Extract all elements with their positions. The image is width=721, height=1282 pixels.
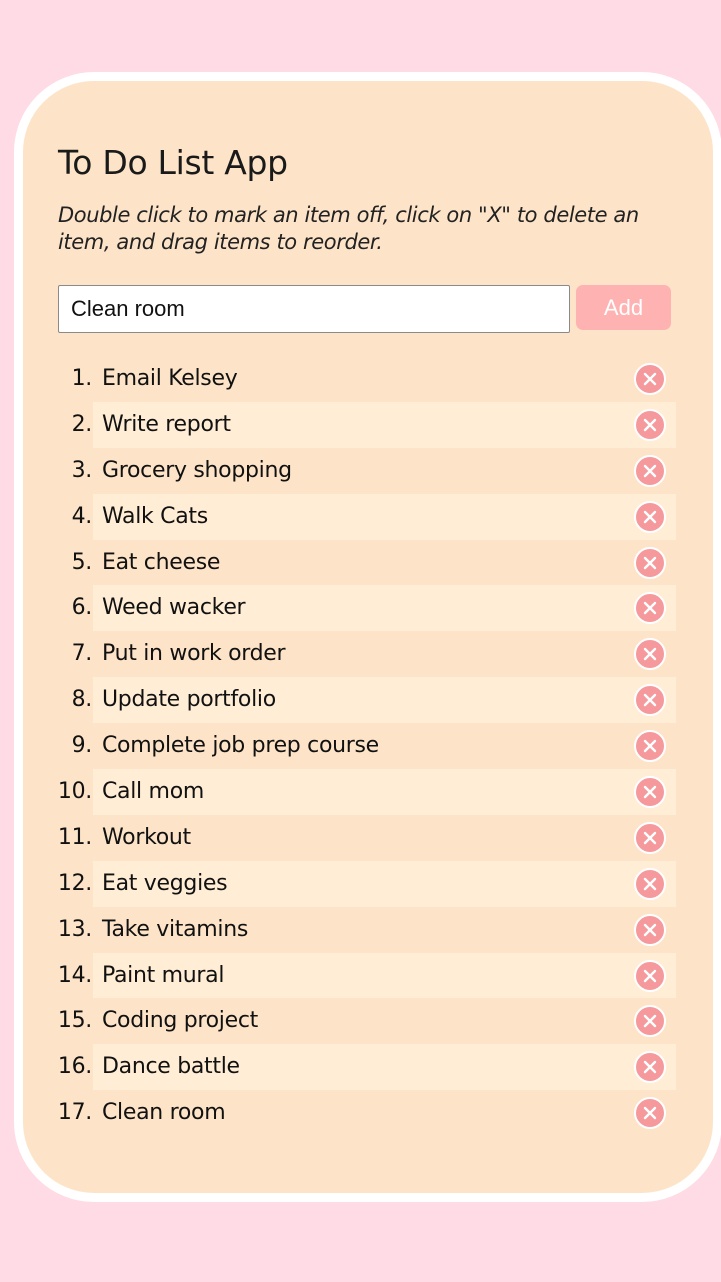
- close-icon: [643, 739, 657, 753]
- close-icon: [643, 648, 657, 661]
- delete-item-button[interactable]: [634, 776, 666, 809]
- delete-item-button[interactable]: [634, 454, 666, 487]
- close-icon: [643, 464, 657, 477]
- close-icon: [643, 602, 657, 615]
- todo-item-label[interactable]: Paint mural: [102, 953, 224, 999]
- todo-item-number: 17.: [57, 1100, 92, 1126]
- instructions-text: Double click to mark an item off, click …: [58, 203, 639, 254]
- close-icon: [643, 418, 657, 432]
- todo-item[interactable]: 16. Dance battle: [23, 1044, 713, 1091]
- close-icon: [643, 1015, 657, 1028]
- delete-item-button[interactable]: [634, 363, 666, 395]
- todo-item-label[interactable]: Grocery shopping: [102, 448, 292, 494]
- close-icon: [643, 969, 657, 982]
- todo-item-number: 14.: [57, 962, 92, 988]
- todo-item[interactable]: 9. Complete job prep course: [23, 723, 713, 769]
- todo-item[interactable]: 2. Write report: [23, 401, 713, 448]
- close-icon: [643, 831, 657, 845]
- todo-item-label[interactable]: Eat veggies: [102, 861, 228, 907]
- todo-item-label[interactable]: Eat cheese: [102, 540, 220, 586]
- delete-item-button[interactable]: [634, 684, 666, 717]
- todo-item[interactable]: 7. Put in work order: [23, 631, 713, 677]
- app-title: To Do List App: [58, 143, 288, 182]
- todo-item[interactable]: 12. Eat veggies: [23, 860, 713, 907]
- todo-item-label[interactable]: Take vitamins: [102, 907, 248, 953]
- todo-card: To Do List App Double click to mark an i…: [14, 72, 721, 1202]
- delete-item-button[interactable]: [634, 913, 666, 946]
- todo-item[interactable]: 15. Coding project: [23, 998, 713, 1044]
- todo-item-label[interactable]: Weed wacker: [102, 585, 246, 631]
- todo-item[interactable]: 17. Clean room: [23, 1090, 713, 1136]
- todo-item-number: 11.: [57, 824, 92, 850]
- delete-item-button[interactable]: [634, 546, 666, 579]
- todo-item-number: 12.: [57, 870, 92, 896]
- todo-item-number: 2.: [71, 411, 93, 437]
- todo-item-number: 10.: [57, 779, 92, 805]
- delete-item-button[interactable]: [634, 821, 666, 854]
- todo-item-label[interactable]: Call mom: [102, 769, 204, 815]
- delete-item-button[interactable]: [634, 408, 666, 441]
- todo-item[interactable]: 11. Workout: [23, 815, 713, 861]
- todo-item-number: 5.: [71, 549, 93, 575]
- todo-item[interactable]: 14. Paint mural: [23, 952, 713, 999]
- todo-item-label[interactable]: Coding project: [102, 998, 258, 1044]
- close-icon: [643, 877, 657, 890]
- todo-item-number: 13.: [57, 916, 92, 942]
- delete-item-button[interactable]: [634, 959, 666, 992]
- close-icon: [643, 372, 657, 386]
- close-icon: [643, 510, 657, 523]
- add-button[interactable]: Add: [576, 285, 671, 330]
- todo-item-label[interactable]: Put in work order: [102, 631, 286, 677]
- todo-item[interactable]: 4. Walk Cats: [23, 493, 713, 540]
- todo-item[interactable]: 6. Weed wacker: [23, 585, 713, 632]
- todo-item-label[interactable]: Complete job prep course: [102, 723, 379, 769]
- delete-item-button[interactable]: [634, 1097, 666, 1130]
- new-item-input[interactable]: [58, 285, 570, 333]
- delete-item-button[interactable]: [634, 730, 666, 763]
- todo-item-number: 9.: [71, 733, 93, 759]
- todo-item-label[interactable]: Dance battle: [102, 1044, 240, 1090]
- todo-item-label[interactable]: Workout: [102, 815, 191, 861]
- todo-item-number: 1.: [71, 366, 93, 391]
- close-icon: [643, 785, 657, 799]
- todo-item[interactable]: 13. Take vitamins: [23, 907, 713, 953]
- close-icon: [643, 923, 657, 936]
- todo-item-label[interactable]: Clean room: [102, 1090, 226, 1136]
- todo-item-label[interactable]: Walk Cats: [102, 494, 208, 540]
- delete-item-button[interactable]: [634, 867, 666, 900]
- delete-item-button[interactable]: [634, 500, 666, 533]
- todo-item-number: 16.: [57, 1054, 92, 1080]
- close-icon: [643, 556, 657, 569]
- todo-item[interactable]: 1. Email Kelsey: [23, 356, 713, 402]
- todo-item[interactable]: 10. Call mom: [23, 769, 713, 815]
- close-icon: [643, 694, 657, 707]
- todo-item-number: 15.: [57, 1008, 92, 1034]
- close-icon: [643, 1107, 657, 1120]
- todo-item-number: 3.: [71, 457, 93, 483]
- todo-item-label[interactable]: Write report: [102, 402, 231, 448]
- todo-item-number: 4.: [71, 503, 93, 529]
- todo-list: 1. Email Kelsey 2. Write report 3. Grocery sh…: [23, 356, 713, 1136]
- todo-item-number: 8.: [71, 687, 93, 713]
- todo-item[interactable]: 3. Grocery shopping: [23, 448, 713, 494]
- todo-item-label[interactable]: Email Kelsey: [102, 356, 238, 402]
- todo-item[interactable]: 5. Eat cheese: [23, 540, 713, 586]
- todo-item-label[interactable]: Update portfolio: [102, 677, 276, 723]
- todo-item-number: 6.: [71, 595, 93, 621]
- todo-item-number: 7.: [71, 641, 93, 667]
- close-icon: [643, 1061, 657, 1074]
- todo-item[interactable]: 8. Update portfolio: [23, 677, 713, 724]
